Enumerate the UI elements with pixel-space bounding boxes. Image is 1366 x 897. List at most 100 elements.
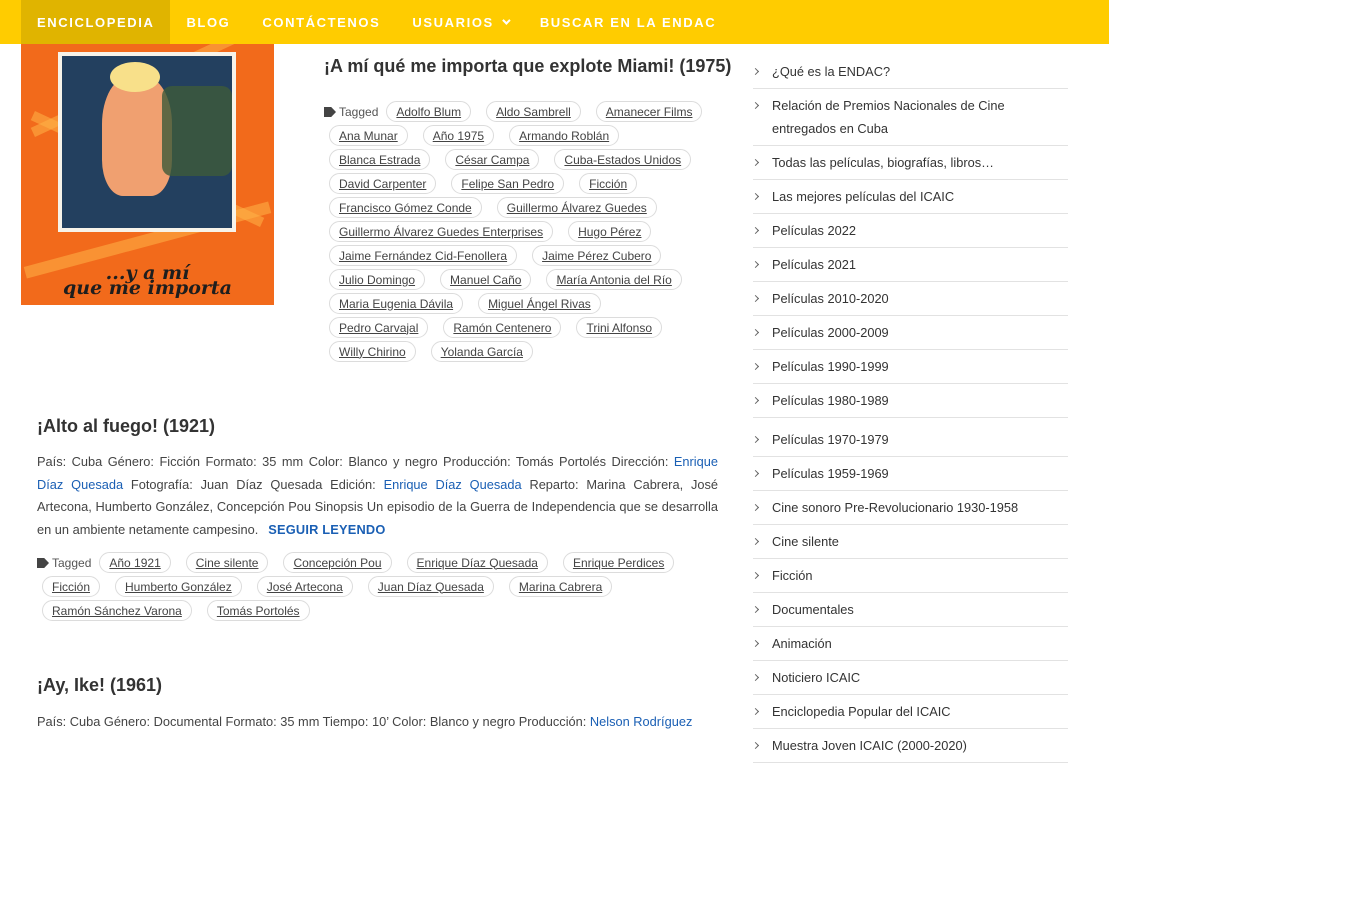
tag-link[interactable]: Amanecer Films: [595, 101, 703, 122]
sidebar-category-label: Películas 2000-2009: [772, 325, 889, 340]
sidebar-category-link[interactable]: Películas 2022: [751, 214, 1068, 248]
post-title[interactable]: ¡A mí qué me importa que explote Miami! …: [324, 56, 731, 77]
tag-link[interactable]: Año 1975: [422, 125, 495, 146]
chevron-right-icon: [751, 435, 760, 444]
tag-link[interactable]: Aldo Sambrell: [486, 101, 581, 122]
chevron-right-icon: [751, 571, 760, 580]
read-more-link[interactable]: SEGUIR LEYENDO: [268, 522, 385, 537]
chevron-right-icon: [751, 707, 760, 716]
tag-link[interactable]: Armando Roblán: [509, 125, 620, 146]
tag-link[interactable]: Miguel Ángel Rivas: [478, 293, 601, 314]
tag-link[interactable]: Cuba-Estados Unidos: [554, 149, 692, 170]
tag-link[interactable]: María Antonia del Río: [546, 269, 682, 290]
tag-link[interactable]: Humberto González: [115, 576, 242, 597]
sidebar-category-label: Noticiero ICAIC: [772, 670, 861, 685]
tag-link[interactable]: Guillermo Álvarez Guedes: [496, 197, 657, 218]
tag-link[interactable]: Adolfo Blum: [386, 101, 472, 122]
poster-caption: ...y a mí que me importa: [21, 264, 274, 298]
poster-characters: [162, 86, 232, 176]
sidebar-category-label: Todas las películas, biografías, libros…: [772, 155, 994, 170]
sidebar-category-link[interactable]: Películas 1970-1979: [751, 423, 1068, 457]
tag-link[interactable]: Tomás Portolés: [206, 600, 310, 621]
tag-link[interactable]: Julio Domingo: [329, 269, 426, 290]
post-title[interactable]: ¡Ay, Ike! (1961): [37, 675, 162, 696]
tag-link[interactable]: Jaime Pérez Cubero: [532, 245, 662, 266]
tag-link[interactable]: Ficción: [579, 173, 638, 194]
poster-figure-hair: [110, 62, 160, 92]
sidebar-category-link[interactable]: Cine silente: [751, 525, 1068, 559]
tag-link[interactable]: Manuel Caño: [440, 269, 532, 290]
nav-list: ENCICLOPEDIA BLOG CONTÁCTENOS USUARIOS BUSCA…: [21, 0, 1109, 44]
nav-item-3[interactable]: USUARIOS: [396, 0, 523, 44]
tag-link[interactable]: Trini Alfonso: [576, 317, 663, 338]
tag-link[interactable]: Ficción: [42, 576, 101, 597]
tag-link[interactable]: José Artecona: [256, 576, 353, 597]
movie-poster-thumbnail[interactable]: ...y a mí que me importa: [21, 44, 274, 305]
nav-item-0[interactable]: ENCICLOPEDIA: [21, 0, 171, 44]
sidebar-category-link[interactable]: Películas 2021: [751, 248, 1068, 282]
nav-item-1[interactable]: BLOG: [170, 0, 246, 44]
tagged-label-text: Tagged: [339, 105, 379, 119]
sidebar-category-label: Animación: [772, 636, 832, 651]
tag-link[interactable]: Cine silente: [185, 552, 269, 573]
sidebar-category-label: Películas 2010-2020: [772, 291, 889, 306]
tag-link[interactable]: Jaime Fernández Cid-Fenollera: [329, 245, 518, 266]
tag-link[interactable]: Ramón Sánchez Varona: [42, 600, 192, 621]
sidebar-category-label: Muestra Joven ICAIC (2000-2020): [772, 738, 967, 753]
sidebar-category-link[interactable]: Cine sonoro Pre-Revolucionario 1930-1958: [751, 491, 1068, 525]
tag-icon: [37, 558, 49, 568]
tag-link[interactable]: Hugo Pérez: [568, 221, 652, 242]
nav-item-4[interactable]: BUSCAR EN LA ENDAC: [524, 0, 732, 44]
tag-link[interactable]: Marina Cabrera: [508, 576, 613, 597]
tag-link[interactable]: Willy Chirino: [329, 341, 416, 362]
nav-item-label: CONTÁCTENOS: [262, 14, 381, 30]
excerpt-text: Fotografía: Juan Díaz Quesada Edición:: [123, 476, 384, 492]
tag-link[interactable]: Yolanda García: [430, 341, 533, 362]
sidebar-category-link[interactable]: Películas 1959-1969: [751, 457, 1068, 491]
sidebar-category-link[interactable]: Noticiero ICAIC: [751, 661, 1068, 695]
tag-link[interactable]: Francisco Gómez Conde: [329, 197, 482, 218]
sidebar-category-link[interactable]: Relación de Premios Nacionales de Cine e…: [751, 89, 1068, 146]
tagged-label: Tagged: [37, 552, 91, 575]
navbar-left-edge: [0, 0, 21, 44]
sidebar-category-link[interactable]: Películas 1980-1989: [751, 384, 1068, 418]
tag-link[interactable]: Blanca Estrada: [329, 149, 431, 170]
post-title[interactable]: ¡Alto al fuego! (1921): [37, 416, 215, 437]
tag-link[interactable]: David Carpenter: [329, 173, 437, 194]
sidebar-category-link[interactable]: Todas las películas, biografías, libros…: [751, 146, 1068, 180]
sidebar-category-link[interactable]: Películas 2010-2020: [751, 282, 1068, 316]
sidebar-category-link[interactable]: Películas 1990-1999: [751, 350, 1068, 384]
chevron-right-icon: [751, 639, 760, 648]
sidebar-category-label: Películas 1959-1969: [772, 466, 889, 481]
sidebar-category-link[interactable]: ¿Qué es la ENDAC?: [751, 55, 1068, 89]
sidebar-category-label: Cine sonoro Pre-Revolucionario 1930-1958: [772, 500, 1019, 515]
tag-link[interactable]: Ana Munar: [329, 125, 408, 146]
sidebar-category-link[interactable]: Películas 2000-2009: [751, 316, 1068, 350]
tag-link[interactable]: Maria Eugenia Dávila: [329, 293, 464, 314]
chevron-right-icon: [751, 192, 760, 201]
sidebar-category-link[interactable]: Animación: [751, 627, 1068, 661]
nav-item-2[interactable]: CONTÁCTENOS: [246, 0, 396, 44]
tag-link[interactable]: Ramón Centenero: [443, 317, 562, 338]
tag-link[interactable]: Felipe San Pedro: [451, 173, 565, 194]
nav-item-label: USUARIOS: [412, 14, 494, 30]
sidebar-category-link[interactable]: Las mejores películas del ICAIC: [751, 180, 1068, 214]
tag-link[interactable]: Pedro Carvajal: [329, 317, 429, 338]
tag-link[interactable]: Año 1921: [99, 552, 171, 573]
sidebar-category-label: Relación de Premios Nacionales de Cine e…: [772, 98, 1005, 136]
tag-link[interactable]: Juan Díaz Quesada: [367, 576, 494, 597]
tag-link[interactable]: Enrique Perdices: [562, 552, 675, 573]
tag-link[interactable]: Guillermo Álvarez Guedes Enterprises: [329, 221, 554, 242]
tag-link[interactable]: Enrique Díaz Quesada: [406, 552, 548, 573]
sidebar-category-label: Películas 1990-1999: [772, 359, 889, 374]
tag-link[interactable]: Concepción Pou: [283, 552, 392, 573]
sidebar-category-link[interactable]: Ficción: [751, 559, 1068, 593]
tag-link[interactable]: César Campa: [445, 149, 540, 170]
sidebar-category-link[interactable]: Documentales: [751, 593, 1068, 627]
editor-link[interactable]: Enrique Díaz Quesada: [384, 477, 522, 492]
post-tags: Tagged Año 1921 Cine silente Concepción Po…: [37, 551, 727, 623]
nav-item-label: ENCICLOPEDIA: [37, 14, 155, 30]
producer-link[interactable]: Nelson Rodríguez: [590, 714, 692, 729]
sidebar-category-link[interactable]: Enciclopedia Popular del ICAIC: [751, 695, 1068, 729]
sidebar-category-link[interactable]: Muestra Joven ICAIC (2000-2020): [751, 729, 1068, 763]
